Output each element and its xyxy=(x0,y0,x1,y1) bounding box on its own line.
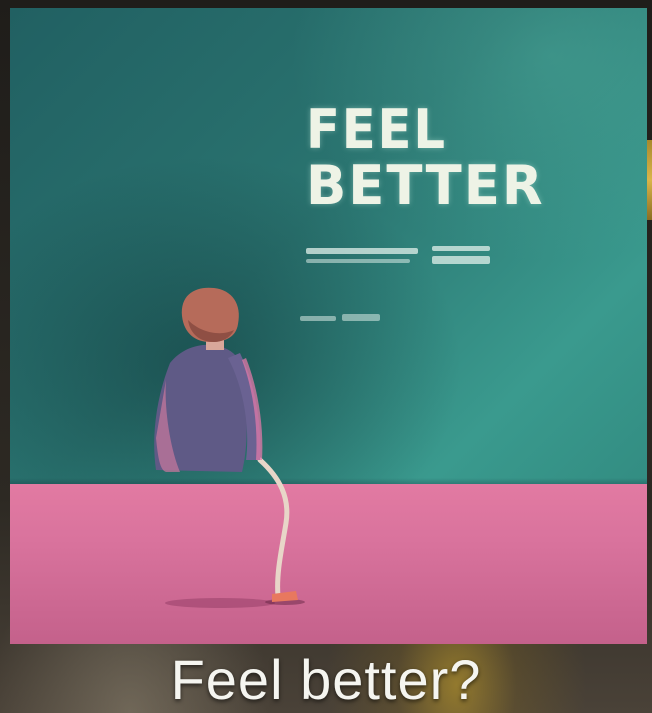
floor-shadow xyxy=(165,598,275,608)
video-caption: Feel better? xyxy=(170,648,482,711)
dangling-leg xyxy=(257,457,290,599)
artwork-image: FEEL BETTER xyxy=(10,8,647,644)
seated-girl-illustration xyxy=(154,287,305,608)
